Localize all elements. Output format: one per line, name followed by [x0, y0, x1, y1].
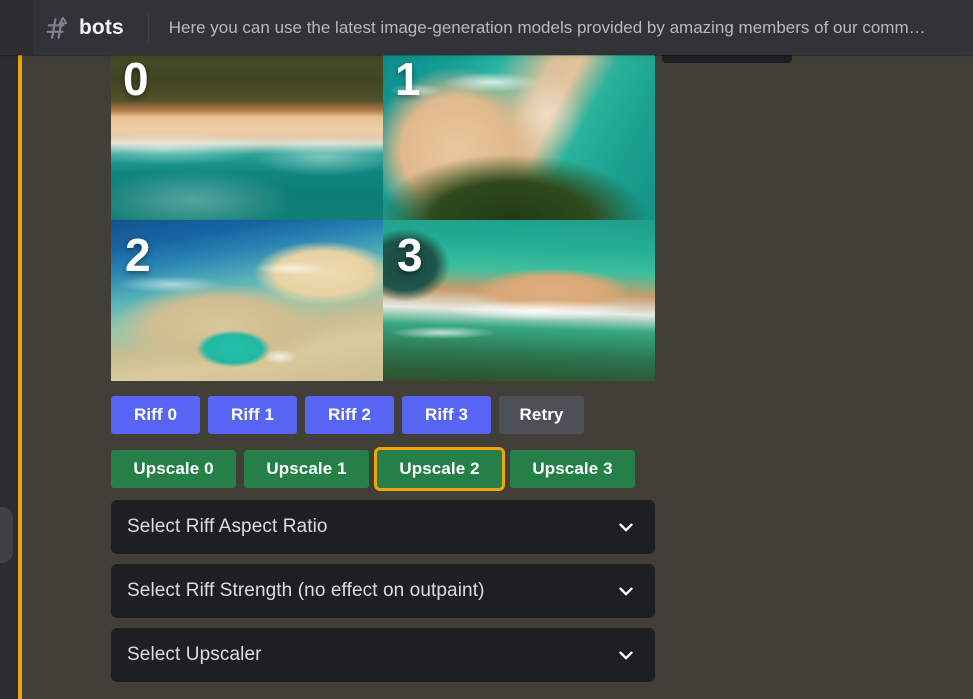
upscale-2-button[interactable]: Upscale 2: [374, 447, 505, 491]
generated-image-grid: 0 1 2 3: [111, 55, 655, 381]
image-tile-3-art: [383, 220, 655, 381]
image-tile-3[interactable]: 3: [383, 220, 655, 381]
channel-name[interactable]: bots: [79, 16, 124, 40]
channel-topic[interactable]: Here you can use the latest image-genera…: [169, 17, 926, 39]
image-tile-0-art: [111, 55, 383, 220]
riff-1-button[interactable]: Riff 1: [208, 396, 297, 434]
riff-2-button[interactable]: Riff 2: [305, 396, 394, 434]
rail-pill-handle[interactable]: [0, 507, 13, 563]
header-divider: [147, 12, 149, 43]
image-tile-2[interactable]: 2: [111, 220, 383, 381]
riff-0-button[interactable]: Riff 0: [111, 396, 200, 434]
select-riff-aspect-ratio-label: Select Riff Aspect Ratio: [127, 516, 328, 537]
select-riff-strength-label: Select Riff Strength (no effect on outpa…: [127, 580, 485, 601]
select-upscaler[interactable]: Select Upscaler: [111, 628, 655, 682]
riff-button-row: Riff 0 Riff 1 Riff 2 Riff 3 Retry: [111, 396, 584, 434]
hashtag-age-restricted-icon: [40, 15, 74, 41]
select-riff-strength[interactable]: Select Riff Strength (no effect on outpa…: [111, 564, 655, 618]
channel-header: bots Here you can use the latest image-g…: [0, 0, 973, 55]
retry-button[interactable]: Retry: [499, 396, 584, 434]
chevron-down-icon[interactable]: [615, 516, 637, 538]
discord-channel-view: bots Here you can use the latest image-g…: [0, 0, 973, 699]
riff-3-button[interactable]: Riff 3: [402, 396, 491, 434]
select-upscaler-label: Select Upscaler: [127, 644, 262, 665]
image-tile-2-art: [111, 220, 383, 381]
clipped-message-above: [662, 55, 792, 63]
upscale-1-button[interactable]: Upscale 1: [244, 450, 369, 488]
header-left-gutter: [0, 0, 33, 55]
left-rail: [0, 55, 18, 699]
image-tile-1-art: [383, 55, 655, 220]
select-riff-aspect-ratio[interactable]: Select Riff Aspect Ratio: [111, 500, 655, 554]
upscale-button-row: Upscale 0 Upscale 1 Upscale 2 Upscale 3: [111, 447, 635, 491]
chevron-down-icon[interactable]: [615, 644, 637, 666]
upscale-3-button[interactable]: Upscale 3: [510, 450, 635, 488]
image-tile-0[interactable]: 0: [111, 55, 383, 220]
unread-highlight-bar: [18, 55, 22, 699]
image-tile-1[interactable]: 1: [383, 55, 655, 220]
message-content-area: 0 1 2 3 Riff 0 Riff 1 Riff 2 Riff 3 Retr…: [22, 55, 973, 699]
chevron-down-icon[interactable]: [615, 580, 637, 602]
upscale-0-button[interactable]: Upscale 0: [111, 450, 236, 488]
